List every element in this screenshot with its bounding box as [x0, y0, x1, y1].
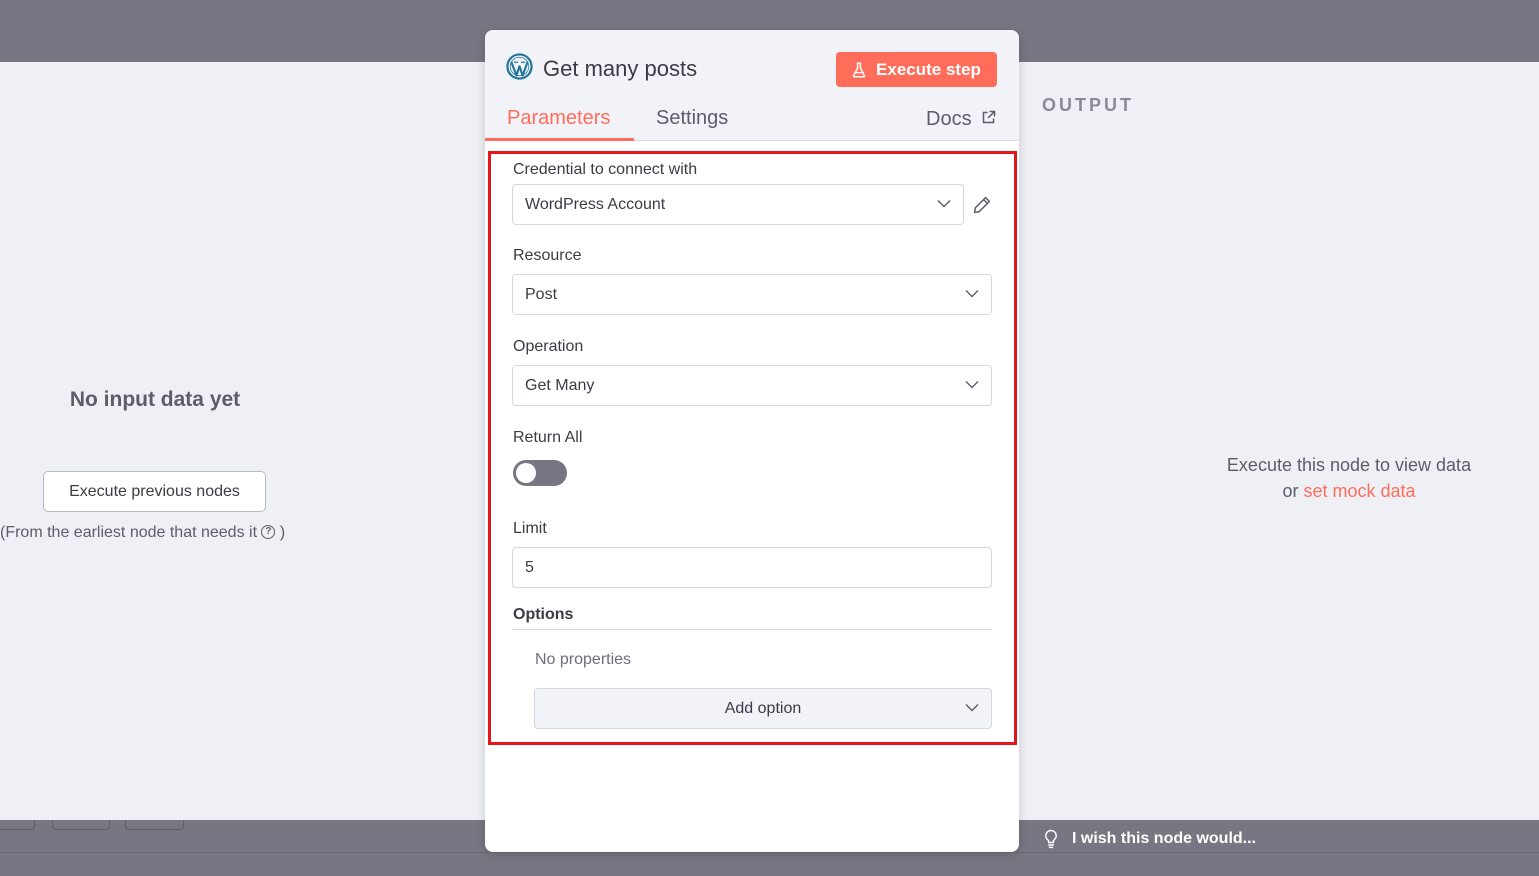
no-input-title: No input data yet	[69, 388, 241, 411]
node-parameters-panel: Get many posts Execute step Parameters S…	[485, 30, 1019, 852]
output-hint-second-line: or set mock data	[1169, 478, 1529, 504]
pencil-icon[interactable]	[972, 195, 992, 215]
active-tab-indicator	[485, 138, 634, 141]
output-label: OUTPUT	[1042, 95, 1134, 115]
limit-input[interactable]	[512, 547, 992, 588]
credential-select[interactable]: WordPress Account	[512, 184, 964, 225]
feedback-link[interactable]: I wish this node would...	[1042, 828, 1256, 850]
execute-step-label: Execute step	[876, 59, 981, 79]
credential-label: Credential to connect with	[513, 161, 698, 178]
tab-parameters[interactable]: Parameters	[507, 107, 610, 130]
operation-select[interactable]: Get Many	[512, 365, 992, 406]
add-option-dropdown[interactable]: Add option	[534, 688, 992, 729]
input-pane: No input data yet Execute previous nodes…	[0, 62, 485, 820]
output-empty-hint: Execute this node to view data or set mo…	[1169, 452, 1529, 504]
background-canvas-control	[52, 820, 110, 830]
chevron-down-icon	[965, 381, 979, 389]
docs-link[interactable]: Docs	[926, 108, 996, 131]
panel-header: Get many posts Execute step Parameters S…	[485, 30, 1019, 141]
node-title[interactable]: Get many posts	[543, 56, 697, 82]
background-canvas-control	[0, 820, 35, 830]
options-divider	[512, 629, 992, 630]
wordpress-logo-icon	[506, 53, 533, 80]
backdrop-divider	[0, 852, 1539, 853]
chevron-down-icon	[937, 200, 951, 208]
resource-select[interactable]: Post	[512, 274, 992, 315]
credential-value: WordPress Account	[525, 195, 666, 213]
limit-label: Limit	[513, 520, 547, 537]
output-pane: OUTPUT Execute this node to view data or…	[1019, 62, 1539, 820]
add-option-label: Add option	[724, 699, 802, 717]
tab-settings[interactable]: Settings	[656, 107, 728, 130]
earliest-node-hint-close: )	[275, 524, 286, 541]
flask-icon	[852, 61, 866, 78]
output-hint-line: Execute this node to view data	[1226, 455, 1472, 475]
feedback-text: I wish this node would...	[1072, 830, 1256, 847]
docs-label: Docs	[926, 108, 972, 130]
operation-label: Operation	[513, 338, 584, 355]
resource-value: Post	[525, 285, 558, 303]
operation-value: Get Many	[525, 376, 595, 394]
chevron-down-icon	[965, 704, 979, 712]
options-label: Options	[513, 606, 574, 623]
output-hint-or: or	[1282, 481, 1304, 501]
question-circle-icon[interactable]: ?	[261, 525, 276, 539]
chevron-down-icon	[965, 290, 979, 298]
set-mock-data-link[interactable]: set mock data	[1303, 481, 1415, 501]
toggle-knob	[516, 463, 536, 483]
execute-previous-nodes-button[interactable]: Execute previous nodes	[43, 471, 266, 512]
lightbulb-icon	[1045, 829, 1057, 849]
execute-step-button[interactable]: Execute step	[836, 52, 997, 87]
earliest-node-hint-text: (From the earliest node that needs it	[0, 524, 258, 541]
return-all-label: Return All	[513, 429, 583, 446]
resource-label: Resource	[513, 247, 582, 264]
return-all-toggle[interactable]	[513, 460, 567, 486]
no-properties-text: No properties	[535, 651, 632, 668]
external-link-icon	[982, 110, 995, 124]
background-canvas-control	[125, 820, 184, 830]
earliest-node-hint: (From the earliest node that needs it ? …	[0, 524, 330, 542]
